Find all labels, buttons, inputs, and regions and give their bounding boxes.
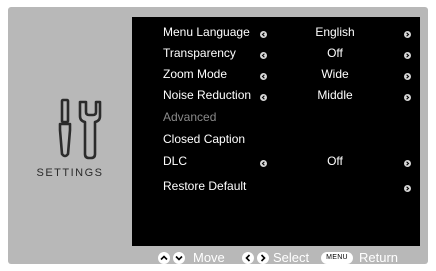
menu-item-label: Advanced xyxy=(163,110,217,124)
menu-item-noise-reduction[interactable]: Noise Reduction Middle xyxy=(132,85,420,105)
settings-menu-panel: Menu Language English Transparency Off Z… xyxy=(132,17,420,246)
help-select-label: Select xyxy=(273,250,310,265)
help-return-label: Return xyxy=(359,250,399,265)
arrow-right-icon[interactable] xyxy=(404,160,411,167)
menu-key-icon: MENU xyxy=(321,252,353,264)
settings-sidebar: SETTINGS xyxy=(8,7,132,264)
menu-item-label: Menu Language xyxy=(163,25,250,39)
menu-item-label: Closed Caption xyxy=(163,132,246,146)
arrow-right-icon[interactable] xyxy=(404,94,411,101)
menu-item-label: Noise Reduction xyxy=(163,88,252,102)
menu-item-label: Restore Default xyxy=(163,179,247,193)
menu-item-label: Zoom Mode xyxy=(163,67,228,81)
menu-item-advanced: Advanced xyxy=(132,107,420,127)
settings-title: SETTINGS xyxy=(36,167,104,179)
arrow-left-icon[interactable] xyxy=(260,31,267,38)
arrow-right-icon[interactable] xyxy=(404,31,411,38)
menu-item-value: Wide xyxy=(321,67,349,81)
menu-item-menu-language[interactable]: Menu Language English xyxy=(132,22,420,42)
menu-item-value: Off xyxy=(327,46,343,60)
menu-item-restore-default[interactable]: Restore Default xyxy=(132,176,420,196)
arrow-left-icon[interactable] xyxy=(260,73,267,80)
menu-item-label: Transparency xyxy=(163,46,236,60)
help-move-label: Move xyxy=(193,250,225,265)
arrow-right-icon[interactable] xyxy=(404,73,411,80)
menu-item-value: English xyxy=(315,25,355,39)
menu-item-transparency[interactable]: Transparency Off xyxy=(132,43,420,63)
menu-item-label: DLC xyxy=(163,154,188,168)
menu-item-value: Middle xyxy=(317,88,353,102)
help-bar: Move Select MENU Return xyxy=(132,248,420,266)
arrow-right-icon xyxy=(257,252,269,264)
arrow-up-icon xyxy=(158,252,170,264)
arrow-left-icon[interactable] xyxy=(260,94,267,101)
menu-item-zoom-mode[interactable]: Zoom Mode Wide xyxy=(132,64,420,84)
arrow-left-icon[interactable] xyxy=(260,52,267,59)
arrow-down-icon xyxy=(173,252,185,264)
arrow-right-icon[interactable] xyxy=(404,185,411,192)
menu-item-value: Off xyxy=(327,154,343,168)
menu-item-dlc[interactable]: DLC Off xyxy=(132,151,420,171)
arrow-left-icon xyxy=(242,252,254,264)
arrow-left-icon[interactable] xyxy=(260,160,267,167)
arrow-right-icon[interactable] xyxy=(404,52,411,59)
tools-icon xyxy=(56,98,104,162)
menu-item-closed-caption[interactable]: Closed Caption xyxy=(132,129,420,149)
